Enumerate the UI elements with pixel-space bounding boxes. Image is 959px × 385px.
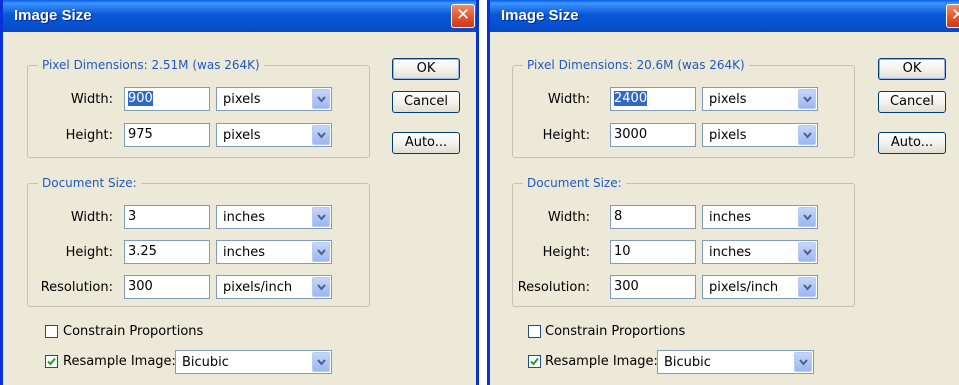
ok-button[interactable]: OK	[392, 58, 460, 80]
doc-width-unit-value: inches	[709, 210, 752, 225]
resample-image-checkbox[interactable]	[45, 355, 58, 368]
doc-height-unit-select[interactable]: inches	[702, 240, 818, 264]
resample-image-label[interactable]: Resample Image:	[545, 354, 658, 369]
close-icon: ✕	[455, 5, 471, 25]
resolution-label: Resolution:	[40, 280, 113, 295]
pixel-height-input[interactable]: 3000	[610, 123, 696, 147]
image-size-dialog: Image Size ✕ Pixel Dimensions: 20.6M (wa…	[487, 0, 959, 385]
pixel-width-label: Width:	[547, 92, 590, 107]
pixel-height-unit-value: pixels	[709, 128, 747, 143]
resolution-unit-select[interactable]: pixels/inch	[702, 275, 818, 299]
chevron-down-icon[interactable]	[312, 89, 330, 109]
checkmark-icon	[47, 357, 56, 366]
chevron-down-icon[interactable]	[798, 242, 816, 262]
chevron-down-icon[interactable]	[794, 352, 812, 372]
chevron-down-icon[interactable]	[312, 242, 330, 262]
resolution-input[interactable]: 300	[610, 275, 696, 299]
chevron-down-icon[interactable]	[798, 89, 816, 109]
pixel-height-input[interactable]: 975	[124, 123, 210, 147]
dialog-title: Image Size	[14, 7, 92, 24]
doc-height-unit-select[interactable]: inches	[216, 240, 332, 264]
constrain-proportions-checkbox[interactable]	[45, 325, 58, 338]
close-icon: ✕	[951, 5, 959, 25]
resolution-unit-value: pixels/inch	[709, 280, 779, 295]
pixel-height-label: Height:	[65, 128, 113, 143]
constrain-proportions-label[interactable]: Constrain Proportions	[63, 324, 203, 339]
chevron-down-icon[interactable]	[798, 125, 816, 145]
chevron-down-icon[interactable]	[798, 207, 816, 227]
pixel-width-input[interactable]: 2400	[610, 87, 696, 111]
doc-width-unit-value: inches	[223, 210, 266, 225]
resample-method-value: Bicubic	[664, 355, 711, 370]
pixel-height-unit-value: pixels	[223, 128, 261, 143]
cancel-button[interactable]: Cancel	[392, 91, 460, 113]
pixel-width-unit-value: pixels	[223, 92, 261, 107]
doc-height-input[interactable]: 10	[610, 240, 696, 264]
pixel-width-unit-select[interactable]: pixels	[216, 87, 332, 111]
pixel-dimensions-legend: Pixel Dimensions: 20.6M (was 264K)	[523, 57, 749, 73]
ok-button[interactable]: OK	[878, 58, 946, 80]
close-button[interactable]: ✕	[946, 4, 959, 28]
document-size-legend: Document Size:	[523, 175, 626, 191]
pixel-height-unit-select[interactable]: pixels	[216, 123, 332, 147]
resample-method-value: Bicubic	[182, 355, 229, 370]
auto-button[interactable]: Auto...	[878, 132, 946, 154]
pixel-width-unit-select[interactable]: pixels	[702, 87, 818, 111]
image-size-dialog: Image Size ✕ Pixel Dimensions: 2.51M (wa…	[0, 0, 479, 385]
resample-image-label[interactable]: Resample Image:	[63, 354, 176, 369]
constrain-proportions-checkbox[interactable]	[528, 325, 541, 338]
chevron-down-icon[interactable]	[798, 277, 816, 297]
resolution-unit-value: pixels/inch	[223, 280, 293, 295]
doc-width-input[interactable]: 3	[124, 205, 210, 229]
pixel-width-label: Width:	[70, 92, 113, 107]
chevron-down-icon[interactable]	[312, 207, 330, 227]
auto-button[interactable]: Auto...	[392, 132, 460, 154]
title-bar[interactable]: Image Size ✕	[3, 0, 476, 32]
chevron-down-icon[interactable]	[312, 125, 330, 145]
dialog-title: Image Size	[501, 7, 579, 24]
doc-height-unit-value: inches	[223, 245, 266, 260]
resample-image-checkbox[interactable]	[528, 355, 541, 368]
pixel-dimensions-legend: Pixel Dimensions: 2.51M (was 264K)	[38, 57, 264, 73]
resolution-input[interactable]: 300	[124, 275, 210, 299]
doc-height-label: Height:	[65, 245, 113, 260]
resolution-unit-select[interactable]: pixels/inch	[216, 275, 332, 299]
constrain-proportions-label[interactable]: Constrain Proportions	[545, 324, 685, 339]
pixel-width-unit-value: pixels	[709, 92, 747, 107]
doc-width-unit-select[interactable]: inches	[216, 205, 332, 229]
cancel-button[interactable]: Cancel	[878, 91, 946, 113]
chevron-down-icon[interactable]	[312, 352, 330, 372]
pixel-width-input[interactable]: 900	[124, 87, 210, 111]
resample-method-select[interactable]: Bicubic	[657, 350, 814, 374]
resolution-label: Resolution:	[517, 280, 590, 295]
title-bar[interactable]: Image Size ✕	[490, 0, 959, 32]
pixel-height-label: Height:	[542, 128, 590, 143]
doc-width-label: Width:	[70, 210, 113, 225]
document-size-legend: Document Size:	[38, 175, 141, 191]
doc-width-unit-select[interactable]: inches	[702, 205, 818, 229]
pixel-height-unit-select[interactable]: pixels	[702, 123, 818, 147]
close-button[interactable]: ✕	[451, 4, 475, 28]
chevron-down-icon[interactable]	[312, 277, 330, 297]
resample-method-select[interactable]: Bicubic	[175, 350, 332, 374]
doc-height-input[interactable]: 3.25	[124, 240, 210, 264]
doc-width-label: Width:	[547, 210, 590, 225]
doc-height-label: Height:	[542, 245, 590, 260]
checkmark-icon	[530, 357, 539, 366]
doc-height-unit-value: inches	[709, 245, 752, 260]
doc-width-input[interactable]: 8	[610, 205, 696, 229]
